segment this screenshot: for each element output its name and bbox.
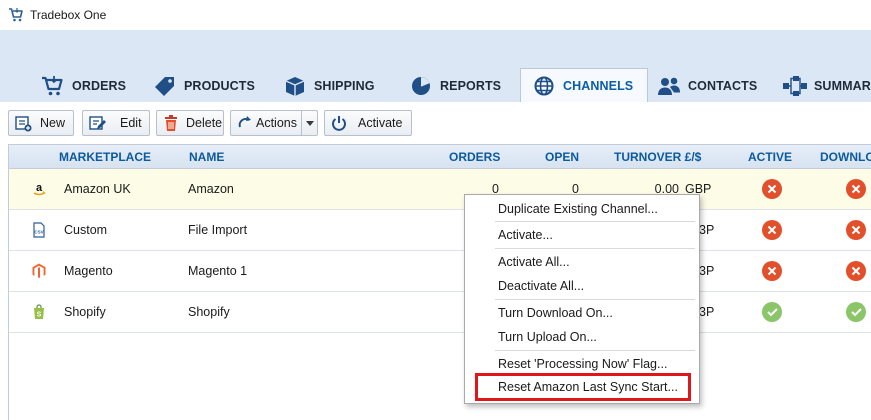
menu-item-duplicate-channel[interactable]: Duplicate Existing Channel... [469,198,695,220]
cell-name: Magento 1 [188,264,248,278]
highlight-annotation-box [475,373,691,401]
table-row[interactable]: CSV Custom File Import 3P [9,210,871,251]
menu-item-deactivate-all[interactable]: Deactivate All... [469,275,695,297]
flowchart-icon [782,74,808,98]
active-status-no-icon [762,179,782,199]
table-row[interactable]: a Amazon UK Amazon 0 0 0.00 GBP [9,169,871,210]
column-header-turnover[interactable]: TURNOVER £/$ [614,145,701,169]
magento-icon [31,263,47,279]
cart-icon [8,7,24,23]
tab-summary[interactable]: SUMMAR [782,70,871,102]
cell-currency: 3P [699,264,715,278]
shopify-icon: S [31,304,47,320]
cell-currency: 3P [699,305,715,319]
tab-label: REPORTS [440,79,502,93]
download-status-yes-icon [846,302,866,322]
chevron-down-icon[interactable] [301,111,317,135]
amazon-icon: a [31,181,47,197]
cell-marketplace: Magento [64,264,113,278]
new-button[interactable]: New [8,110,74,136]
actions-button[interactable]: Actions [230,110,318,136]
tab-orders[interactable]: ORDERS [40,70,126,102]
power-icon [330,114,348,132]
active-status-no-icon [762,220,782,240]
column-header-name[interactable]: NAME [189,145,224,169]
cell-currency: 3P [699,223,715,237]
cell-marketplace: Shopify [64,305,106,319]
download-status-no-icon [846,220,866,240]
tab-label: SUMMAR [814,79,871,93]
tab-shipping[interactable]: SHIPPING [282,70,375,102]
redo-arrow-icon [236,114,254,132]
column-header-marketplace[interactable]: MARKETPLACE [59,145,151,169]
tab-contacts[interactable]: CONTACTS [656,70,757,102]
tab-label: ORDERS [72,79,127,93]
cart-icon [40,74,66,98]
table-header: MARKETPLACE NAME ORDERS OPEN TURNOVER £/… [9,145,871,169]
menu-separator [495,221,695,222]
tab-reports[interactable]: REPORTS [408,70,501,102]
cell-name: Amazon [188,182,234,196]
globe-icon [531,74,557,98]
menu-item-turn-download-on[interactable]: Turn Download On... [469,302,695,324]
tab-products[interactable]: PRODUCTS [152,70,255,102]
pie-chart-icon [408,74,434,98]
svg-text:a: a [36,182,43,194]
edit-icon [88,114,106,132]
table-row[interactable]: Magento Magento 1 3P [9,251,871,292]
tab-label: CHANNELS [563,78,634,93]
menu-item-activate-all[interactable]: Activate All... [469,251,695,273]
menu-separator [495,248,695,249]
people-icon [656,74,682,98]
activate-button[interactable]: Activate [324,110,412,136]
cell-marketplace: Custom [64,223,108,237]
download-status-no-icon [846,261,866,281]
channels-table: MARKETPLACE NAME ORDERS OPEN TURNOVER £/… [8,144,871,420]
menu-separator [495,350,695,351]
menu-item-reset-processing-flag[interactable]: Reset 'Processing Now' Flag... [469,353,695,375]
toolbar: New Edit Delete Actions Activate [0,102,871,144]
menu-separator [495,299,695,300]
tab-label: PRODUCTS [184,79,255,93]
cell-name: Shopify [188,305,230,319]
main-navigation: ORDERS PRODUCTS SHIPPING REPORTS CHANNEL… [0,30,871,102]
table-row[interactable]: S Shopify Shopify 3P [9,292,871,333]
cell-name: File Import [188,223,248,237]
window-title: Tradebox One [30,8,107,22]
csv-file-icon: CSV [31,222,47,238]
delete-button[interactable]: Delete [156,110,224,136]
active-status-yes-icon [762,302,782,322]
download-status-no-icon [846,179,866,199]
menu-item-turn-upload-on[interactable]: Turn Upload On... [469,326,695,348]
tag-icon [152,74,178,98]
menu-item-activate[interactable]: Activate... [469,224,695,246]
tab-label: CONTACTS [688,79,758,93]
svg-text:CSV: CSV [34,230,43,235]
edit-button[interactable]: Edit [82,110,150,136]
column-header-active[interactable]: ACTIVE [748,145,792,169]
column-header-download[interactable]: DOWNLOA [820,145,871,169]
box-icon [282,74,308,98]
column-header-open[interactable]: OPEN [545,145,579,169]
tab-channels[interactable]: CHANNELS [520,68,648,102]
cell-marketplace: Amazon UK [64,182,131,196]
tab-label: SHIPPING [314,79,375,93]
title-bar: Tradebox One [0,0,871,30]
new-document-icon [14,114,32,132]
svg-text:S: S [37,312,42,319]
trash-icon [162,114,180,132]
active-status-no-icon [762,261,782,281]
column-header-orders[interactable]: ORDERS [449,145,500,169]
